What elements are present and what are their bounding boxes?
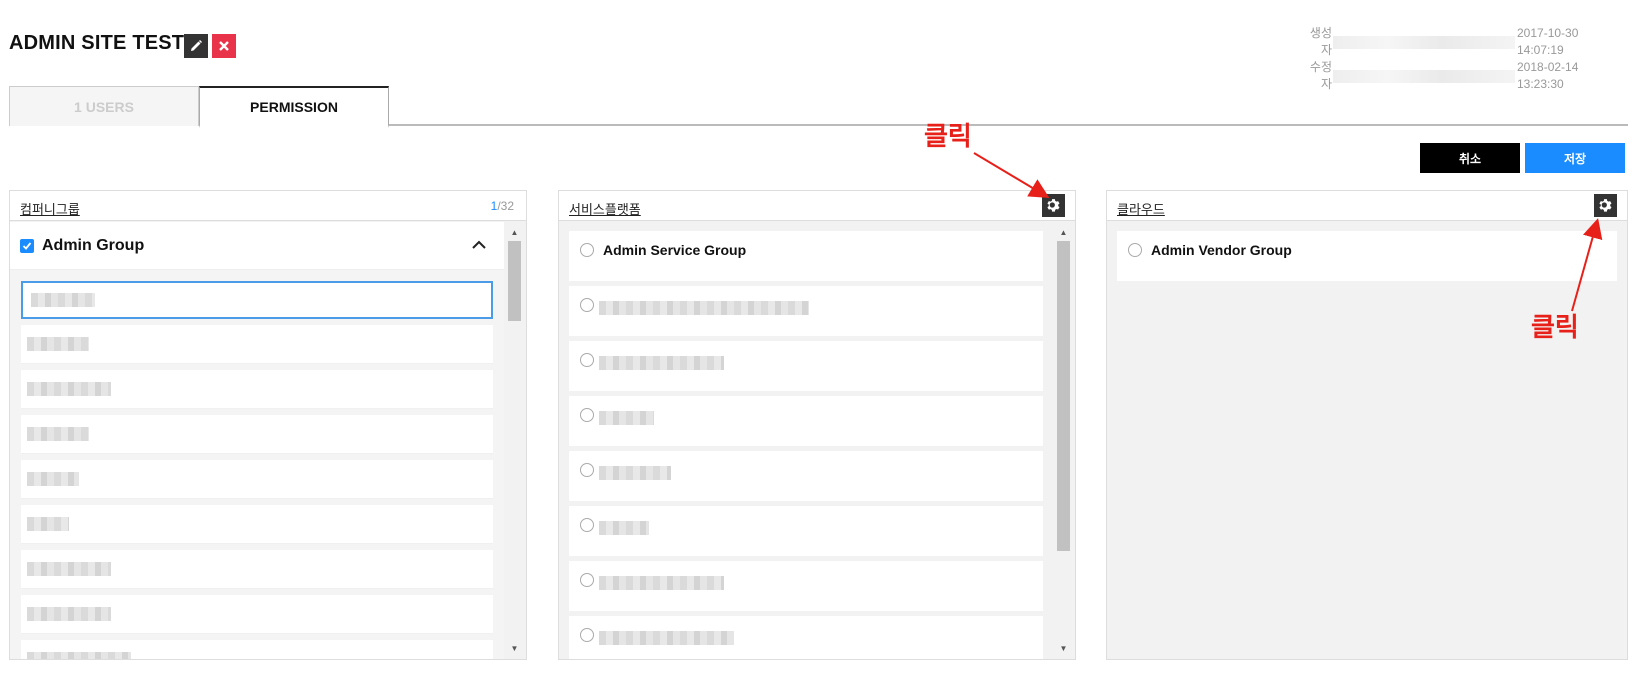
scroll-down-arrow-icon[interactable]: ▼ bbox=[1055, 641, 1072, 655]
redacted-text bbox=[599, 631, 734, 645]
cloud-panel: 클라우드 Admin Vendor Group bbox=[1106, 190, 1628, 660]
cloud-item-label: Admin Vendor Group bbox=[1151, 242, 1292, 258]
redacted-text bbox=[27, 472, 79, 486]
service-platform-list: Admin Service Group bbox=[569, 231, 1043, 659]
redacted-text bbox=[27, 382, 111, 396]
company-group-count: 1/32 bbox=[491, 199, 514, 213]
service-settings-button[interactable] bbox=[1042, 194, 1065, 217]
list-item[interactable] bbox=[21, 505, 493, 544]
modified-by-redacted bbox=[1333, 69, 1515, 83]
radio-button[interactable] bbox=[580, 628, 594, 642]
redacted-text bbox=[31, 293, 95, 307]
cloud-title[interactable]: 클라우드 bbox=[1117, 199, 1165, 218]
service-item-admin-service-group[interactable]: Admin Service Group bbox=[569, 231, 1043, 281]
redacted-text bbox=[27, 427, 89, 441]
created-date: 2017-10-30 14:07:19 bbox=[1517, 26, 1579, 57]
redacted-text bbox=[599, 356, 724, 370]
redacted-text bbox=[27, 652, 131, 659]
cloud-list: Admin Vendor Group bbox=[1117, 231, 1617, 286]
click-annotation-1: 클릭 bbox=[924, 122, 972, 152]
count-total: /32 bbox=[497, 199, 514, 213]
service-platform-scrollbar[interactable]: ▲ ▼ bbox=[1055, 225, 1072, 655]
group-members bbox=[10, 270, 504, 659]
tab-users[interactable]: 1 USERS bbox=[9, 86, 199, 126]
radio-button[interactable] bbox=[580, 353, 594, 367]
admin-group-label: Admin Group bbox=[42, 236, 145, 254]
company-group-title[interactable]: 컴퍼니그룹 bbox=[20, 199, 80, 218]
save-button[interactable]: 저장 bbox=[1525, 143, 1625, 173]
list-item[interactable] bbox=[21, 640, 493, 659]
company-group-header: 컴퍼니그룹 1/32 bbox=[10, 191, 526, 221]
cloud-item-admin-vendor-group[interactable]: Admin Vendor Group bbox=[1117, 231, 1617, 281]
cloud-header: 클라우드 bbox=[1107, 191, 1627, 221]
cloud-settings-button[interactable] bbox=[1594, 194, 1617, 217]
created-by-redacted bbox=[1333, 35, 1515, 49]
tab-permission[interactable]: PERMISSION bbox=[199, 86, 389, 128]
list-item[interactable] bbox=[21, 460, 493, 499]
list-item[interactable] bbox=[569, 616, 1043, 659]
scroll-up-arrow-icon[interactable]: ▲ bbox=[1055, 225, 1072, 239]
redacted-text bbox=[27, 337, 89, 351]
gear-icon bbox=[1599, 199, 1612, 212]
radio-button[interactable] bbox=[580, 243, 594, 257]
edit-button[interactable] bbox=[184, 34, 208, 58]
group-filter-input[interactable] bbox=[21, 281, 493, 319]
record-meta: 생성자 2017-10-30 14:07:19 수정자 2018-02-14 1… bbox=[1302, 25, 1627, 93]
service-platform-title[interactable]: 서비스플랫폼 bbox=[569, 199, 641, 218]
service-platform-panel: 서비스플랫폼 Admin Service Group ▲ ▼ bbox=[558, 190, 1076, 660]
company-group-panel: 컴퍼니그룹 1/32 Admin Group ▲ ▼ bbox=[9, 190, 527, 660]
list-item[interactable] bbox=[569, 396, 1043, 446]
radio-button[interactable] bbox=[1128, 243, 1142, 257]
list-item[interactable] bbox=[569, 286, 1043, 336]
scroll-down-arrow-icon[interactable]: ▼ bbox=[506, 641, 523, 655]
list-item[interactable] bbox=[569, 506, 1043, 556]
list-item[interactable] bbox=[21, 325, 493, 364]
created-label: 생성자 bbox=[1309, 26, 1332, 57]
close-icon bbox=[219, 41, 229, 51]
scroll-thumb[interactable] bbox=[508, 241, 521, 321]
redacted-text bbox=[27, 562, 111, 576]
list-item[interactable] bbox=[569, 341, 1043, 391]
list-item[interactable] bbox=[569, 561, 1043, 611]
redacted-text bbox=[599, 411, 654, 425]
scroll-up-arrow-icon[interactable]: ▲ bbox=[506, 225, 523, 239]
redacted-text bbox=[599, 301, 809, 315]
company-group-scrollbar[interactable]: ▲ ▼ bbox=[506, 225, 523, 655]
radio-button[interactable] bbox=[580, 518, 594, 532]
redacted-text bbox=[27, 517, 69, 531]
radio-button[interactable] bbox=[580, 408, 594, 422]
chevron-up-icon[interactable] bbox=[470, 236, 488, 254]
service-platform-header: 서비스플랫폼 bbox=[559, 191, 1075, 221]
list-item[interactable] bbox=[21, 595, 493, 634]
gear-icon bbox=[1047, 199, 1060, 212]
list-item[interactable] bbox=[21, 370, 493, 409]
list-item[interactable] bbox=[569, 451, 1043, 501]
admin-group-row[interactable]: Admin Group bbox=[10, 222, 504, 270]
service-item-label: Admin Service Group bbox=[603, 242, 747, 258]
redacted-text bbox=[599, 576, 724, 590]
list-item[interactable] bbox=[21, 550, 493, 589]
click-annotation-2: 클릭 bbox=[1531, 313, 1579, 343]
redacted-text bbox=[599, 521, 649, 535]
cancel-button[interactable]: 취소 bbox=[1420, 143, 1520, 173]
radio-button[interactable] bbox=[580, 463, 594, 477]
delete-button[interactable] bbox=[212, 34, 236, 58]
radio-button[interactable] bbox=[580, 573, 594, 587]
tab-bar: 1 USERS PERMISSION bbox=[9, 86, 1628, 128]
redacted-text bbox=[27, 607, 111, 621]
list-item[interactable] bbox=[21, 415, 493, 454]
check-icon bbox=[22, 241, 32, 250]
admin-group-checkbox[interactable] bbox=[20, 238, 34, 253]
redacted-text bbox=[599, 466, 671, 480]
scroll-thumb[interactable] bbox=[1057, 241, 1070, 551]
radio-button[interactable] bbox=[580, 298, 594, 312]
pencil-icon bbox=[191, 40, 202, 51]
page-title: ADMIN SITE TEST bbox=[9, 32, 185, 54]
company-group-list: Admin Group bbox=[10, 222, 504, 659]
